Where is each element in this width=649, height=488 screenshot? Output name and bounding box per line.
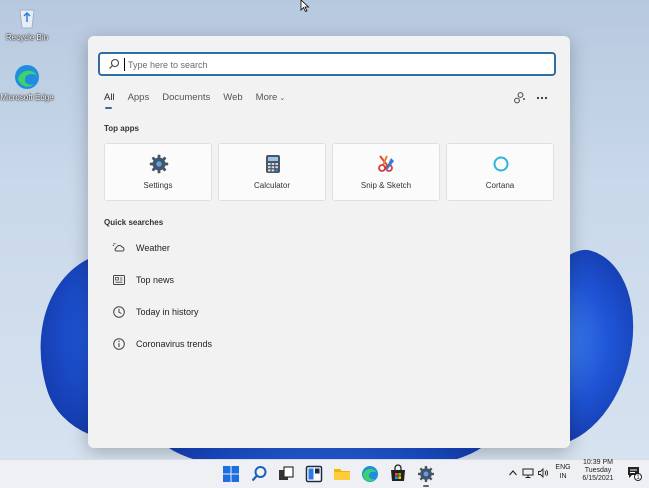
recycle-bin-icon bbox=[14, 4, 40, 30]
chevron-down-icon: ⌄ bbox=[279, 95, 286, 102]
app-tile-label: Settings bbox=[143, 181, 173, 190]
calculator-icon bbox=[266, 155, 280, 173]
desktop-icon-edge[interactable]: Microsoft Edge bbox=[0, 64, 54, 102]
weather-icon bbox=[112, 243, 125, 252]
clock-day: Tuesday bbox=[584, 467, 612, 474]
quick-search-label: Today in history bbox=[136, 307, 199, 317]
clock[interactable]: 10:39 PM Tuesday 6/15/2021 bbox=[576, 459, 620, 483]
desktop-icon-recycle-bin[interactable]: Recycle Bin bbox=[0, 4, 54, 42]
microsoft-store-icon[interactable] bbox=[388, 464, 408, 484]
search-panel: All Apps Documents Web More⌄ Top apps bbox=[88, 36, 570, 448]
taskbar: ENG IN 10:39 PM Tuesday 6/15/2021 1 bbox=[0, 459, 649, 488]
app-tile-cortana[interactable]: Cortana bbox=[446, 143, 554, 201]
app-tile-settings[interactable]: Settings bbox=[104, 143, 212, 201]
quick-search-label: Top news bbox=[136, 275, 175, 285]
scissors-icon bbox=[378, 155, 394, 172]
region-code: IN bbox=[559, 473, 567, 480]
quick-search-today-in-history[interactable]: Today in history bbox=[104, 302, 404, 324]
text-caret bbox=[124, 58, 125, 71]
tab-label: Apps bbox=[127, 92, 150, 103]
notification-center-button[interactable]: 1 bbox=[626, 465, 642, 481]
quick-search-label: Weather bbox=[136, 243, 170, 253]
tab-label: More bbox=[255, 92, 278, 103]
app-tile-snip-sketch[interactable]: Snip & Sketch bbox=[332, 143, 440, 201]
tab-label: Web bbox=[223, 92, 243, 103]
app-tile-calculator[interactable]: Calculator bbox=[218, 143, 326, 201]
top-apps-heading: Top apps bbox=[104, 124, 139, 133]
volume-icon[interactable] bbox=[537, 467, 549, 479]
gear-icon[interactable] bbox=[416, 464, 436, 484]
tab-more[interactable]: More ⌄ bbox=[256, 92, 286, 112]
app-tile-label: Cortana bbox=[485, 181, 515, 190]
edge-icon[interactable] bbox=[360, 464, 380, 484]
tab-web[interactable]: Web bbox=[223, 92, 242, 112]
clock-time: 10:39 PM bbox=[583, 459, 613, 466]
quick-search-top-news[interactable]: Top news bbox=[104, 270, 404, 292]
tab-documents[interactable]: Documents bbox=[162, 92, 210, 112]
clock-icon bbox=[113, 306, 125, 318]
top-apps-grid: Settings Calculator Snip & Sketch Cortan… bbox=[104, 143, 554, 201]
desktop-icon-label: Recycle Bin bbox=[5, 33, 49, 42]
quick-search-coronavirus-trends[interactable]: Coronavirus trends bbox=[104, 334, 404, 356]
widgets-icon[interactable] bbox=[304, 464, 324, 484]
search-box[interactable] bbox=[98, 52, 556, 76]
task-view-icon[interactable] bbox=[276, 464, 296, 484]
start-button-windows-icon[interactable] bbox=[221, 464, 241, 484]
desktop-icon-label: Microsoft Edge bbox=[0, 93, 54, 102]
search-icon bbox=[109, 58, 120, 69]
account-switch-icon[interactable] bbox=[512, 91, 526, 105]
tab-label: All bbox=[104, 92, 115, 103]
tab-apps[interactable]: Apps bbox=[128, 92, 150, 112]
gear-icon bbox=[149, 154, 169, 174]
network-icon[interactable] bbox=[522, 467, 534, 479]
clock-date: 6/15/2021 bbox=[582, 475, 614, 482]
tab-all[interactable]: All bbox=[104, 92, 115, 112]
language-code: ENG bbox=[555, 464, 571, 471]
info-icon bbox=[113, 338, 125, 350]
more-options-icon[interactable] bbox=[535, 91, 549, 105]
search-input[interactable] bbox=[126, 56, 550, 74]
search-tabs: All Apps Documents Web More ⌄ bbox=[104, 92, 298, 112]
app-tile-label: Snip & Sketch bbox=[360, 181, 412, 190]
app-tile-label: Calculator bbox=[253, 181, 290, 190]
language-indicator[interactable]: ENG IN bbox=[553, 464, 573, 481]
search-icon[interactable] bbox=[249, 464, 269, 484]
mouse-cursor-icon bbox=[300, 0, 310, 12]
cortana-ring-icon bbox=[493, 156, 509, 172]
edge-icon bbox=[14, 64, 40, 90]
news-icon bbox=[113, 275, 125, 285]
active-tab-indicator bbox=[105, 107, 112, 109]
notification-badge: 1 bbox=[634, 473, 642, 481]
tab-label: Documents bbox=[162, 92, 211, 103]
chevron-up-icon[interactable] bbox=[508, 468, 518, 478]
quick-search-weather[interactable]: Weather bbox=[104, 238, 404, 260]
quick-searches-heading: Quick searches bbox=[104, 218, 164, 227]
file-explorer-icon[interactable] bbox=[332, 464, 352, 484]
quick-search-label: Coronavirus trends bbox=[136, 339, 213, 349]
